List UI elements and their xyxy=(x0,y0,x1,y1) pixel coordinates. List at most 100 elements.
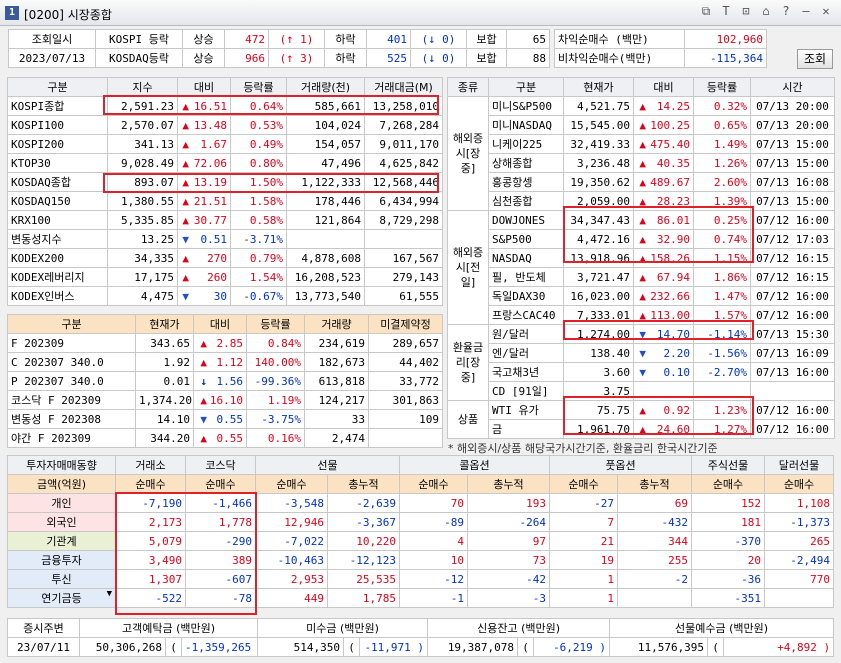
world-name: 상해종합 xyxy=(488,153,564,173)
world-row[interactable]: CD [91일] 3.75 xyxy=(448,381,835,401)
futures-volume: 33 xyxy=(304,409,369,429)
upper-limit-count: (↑ 3) xyxy=(268,48,325,68)
world-row[interactable]: 해외증시[장중]미니S&P5004,521.7514.250.32%07/13 … xyxy=(447,96,835,211)
index-row[interactable]: KOSPI200341.13 1.670.49%154,0579,011,170 xyxy=(7,134,443,154)
world-row[interactable]: 독일DAX3016,023.00 232.661.47%07/12 16:00 xyxy=(448,286,835,306)
investor-row[interactable]: 연기금등 ▼ -522 -78 449 1,785 -1 -3 1 -351 xyxy=(7,588,834,608)
futures-open-interest: 289,657 xyxy=(368,333,443,353)
world-row[interactable]: 심천종합2,059.00 28.231.39%07/13 15:00 xyxy=(448,191,835,211)
world-price: 3,236.48 xyxy=(563,153,634,173)
paren-open: ( xyxy=(707,637,725,657)
investor-value: 255 xyxy=(617,550,692,570)
investor-value: 2,173 xyxy=(115,512,186,532)
world-row[interactable]: 국고채3년3.60 0.10-2.70%07/13 16:00 xyxy=(448,362,835,382)
index-row[interactable]: KOSDAQ1501,380.55 21.511.58%178,4466,434,… xyxy=(7,191,443,211)
world-rate: 0.74% xyxy=(693,229,751,249)
close-icon[interactable]: ✕ xyxy=(819,4,833,19)
investor-sub-header: 순매수 xyxy=(691,474,765,494)
index-rate: 1.54% xyxy=(230,267,287,287)
investor-row[interactable]: 투신 1,307 -607 2,953 25,535 -12 -42 1 -2 -36 770 xyxy=(7,569,834,589)
world-change-value: 40.35 xyxy=(656,156,690,170)
world-row[interactable]: 미니NASDAQ15,545.00 100.250.65%07/13 20:00 xyxy=(448,115,835,135)
investor-value: -10,463 xyxy=(255,550,328,570)
futures-row[interactable]: 야간 F 202309344.20 0.550.16%2,474 xyxy=(7,428,443,448)
index-rate: 0.64% xyxy=(230,96,287,116)
index-volume: 585,661 xyxy=(286,96,365,116)
help-icon[interactable]: ? xyxy=(779,4,793,19)
index-amount xyxy=(364,229,443,249)
dropdown-arrow-icon[interactable]: ▼ xyxy=(107,590,112,600)
index-header: 등락률 xyxy=(230,77,287,97)
world-row[interactable]: NASDAQ13,918.96 158.261.15%07/12 16:15 xyxy=(448,248,835,268)
up-triangle-icon xyxy=(639,176,646,189)
link-icon[interactable]: ⧉ xyxy=(699,4,713,19)
world-row[interactable]: 엔/달러138.40 2.20-1.56%07/13 16:09 xyxy=(448,343,835,363)
index-volume: 16,208,523 xyxy=(286,267,365,287)
world-row[interactable]: 환율금리[장중]원/달러1,274.00 14.70-1.14%07/13 15:… xyxy=(447,324,835,401)
world-change-value: 100.25 xyxy=(650,118,690,132)
world-change-value: 14.25 xyxy=(656,99,690,113)
investor-row[interactable]: 금융투자 3,490 389 -10,463 -12,123 10 73 19 255 20 -2,… xyxy=(7,550,834,570)
futures-row[interactable]: C 202307 340.01.92 1.12140.00%182,67344,4… xyxy=(7,352,443,372)
world-row[interactable]: 금1,961.70 24.601.27%07/12 16:00 xyxy=(448,419,835,439)
search-button[interactable]: 조회 xyxy=(797,49,833,69)
futures-name: 야간 F 202309 xyxy=(7,428,136,448)
index-change: 13.19 xyxy=(177,172,231,192)
up-triangle-icon xyxy=(639,423,646,436)
world-row[interactable]: 프랑스CAC407,333.01 113.001.57%07/12 16:00 xyxy=(448,305,835,325)
world-change-value: 67.94 xyxy=(656,270,690,284)
futures-rate: 140.00% xyxy=(246,352,305,372)
futures-row[interactable]: P 202307 340.0 0.01 ↓ 1.56 -99.36% 613,818 33,… xyxy=(7,371,443,391)
world-row[interactable]: 상품WTI 유가75.75 0.921.23%07/12 16:00 xyxy=(447,400,835,439)
world-row[interactable]: S&P5004,472.16 32.900.74%07/12 17:03 xyxy=(448,229,835,249)
world-row[interactable]: 필, 반도체3,721.47 67.941.86%07/12 16:15 xyxy=(448,267,835,287)
world-row[interactable]: 해외증시[전일]DOWJONES34,347.4386.010.25%07/12… xyxy=(447,210,835,325)
world-rate: 1.26% xyxy=(693,153,751,173)
index-row[interactable]: KTOP309,028.49 72.060.80%47,4964,625,842 xyxy=(7,153,443,173)
index-change-value: 1.67 xyxy=(200,137,228,151)
down-triangle-icon xyxy=(200,413,207,426)
world-name: 홍콩항셍 xyxy=(488,172,564,192)
index-row[interactable]: 변동성지수13.25 0.51-3.71% xyxy=(7,229,443,249)
index-row[interactable]: KOSDAQ종합893.07 13.191.50%1,122,33312,568,… xyxy=(7,172,443,192)
investor-row[interactable]: 외국인 2,173 1,778 12,946 -3,367 -89 -264 7 -432 181… xyxy=(7,512,834,532)
down-triangle-icon xyxy=(182,290,189,303)
investor-group-header: 거래소 xyxy=(115,455,186,475)
index-row[interactable]: KOSPI종합2,591.23 16.510.64%585,66113,258,0… xyxy=(7,96,443,116)
futures-rate: -3.75% xyxy=(246,409,305,429)
world-row[interactable]: 니케이22532,419.33 475.401.49%07/13 15:00 xyxy=(448,134,835,154)
index-change: 16.51 xyxy=(177,96,231,116)
world-price: 16,023.00 xyxy=(563,286,634,306)
index-row[interactable]: KODEX20034,335 2700.79%4,878,608167,567 xyxy=(7,248,443,268)
tile-icon[interactable]: ⊡ xyxy=(739,4,753,19)
deposit-change: -1,359,265 ) xyxy=(180,637,259,657)
world-market-table: 종류구분현재가대비등락률시간 해외증시[장중]미니S&P5004,521.751… xyxy=(447,77,835,439)
investor-row[interactable]: 개인 -7,190 -1,466 -3,548 -2,639 70 193 -27 69 152 1… xyxy=(7,493,834,513)
world-time: 07/13 20:00 xyxy=(750,96,835,116)
investor-value: 1 xyxy=(549,569,618,589)
world-name: WTI 유가 xyxy=(488,400,564,420)
index-change: 30.77 xyxy=(177,210,231,230)
index-change: 260 xyxy=(177,267,231,287)
world-row[interactable]: 상해종합3,236.48 40.351.26%07/13 15:00 xyxy=(448,153,835,173)
text-icon[interactable]: T xyxy=(719,4,733,19)
futures-row[interactable]: 변동성 F 20230814.10 0.55-3.75%33109 xyxy=(7,409,443,429)
investor-value: 181 xyxy=(691,512,765,532)
down-arrow-icon: ↓ xyxy=(200,374,207,388)
pin-icon[interactable]: ⌂ xyxy=(759,4,773,19)
futures-row[interactable]: F 202309343.65 2.850.84%234,619289,657 xyxy=(7,333,443,353)
futures-change: 1.12 xyxy=(193,352,247,372)
minimize-icon[interactable]: – xyxy=(799,4,813,19)
index-row[interactable]: KODEX인버스4,475 30-0.67%13,773,54061,555 xyxy=(7,286,443,306)
investor-group-header: 코스닥 xyxy=(185,455,256,475)
index-row[interactable]: KRX1005,335.85 30.770.58%121,8648,729,298 xyxy=(7,210,443,230)
futures-row[interactable]: 코스닥 F 2023091,374.20 16.101.19%124,217301… xyxy=(7,390,443,410)
investor-selector[interactable]: 연기금등 ▼ xyxy=(7,588,116,608)
index-table: 구분지수대비등락률거래량(천)거래대금(M) KOSPI종합2,591.23 16… xyxy=(7,77,443,306)
index-row[interactable]: KODEX레버리지17,175 2601.54%16,208,523279,143 xyxy=(7,267,443,287)
index-amount: 167,567 xyxy=(364,248,443,268)
world-row[interactable]: 홍콩항셍19,350.62 489.672.60%07/13 16:08 xyxy=(448,172,835,192)
investor-row[interactable]: 기관계 5,079 -290 -7,022 10,220 4 97 21 344 -370 265 xyxy=(7,531,834,551)
world-change: 0.92 xyxy=(633,400,694,420)
index-row[interactable]: KOSPI1002,570.07 13.480.53%104,0247,268,2… xyxy=(7,115,443,135)
